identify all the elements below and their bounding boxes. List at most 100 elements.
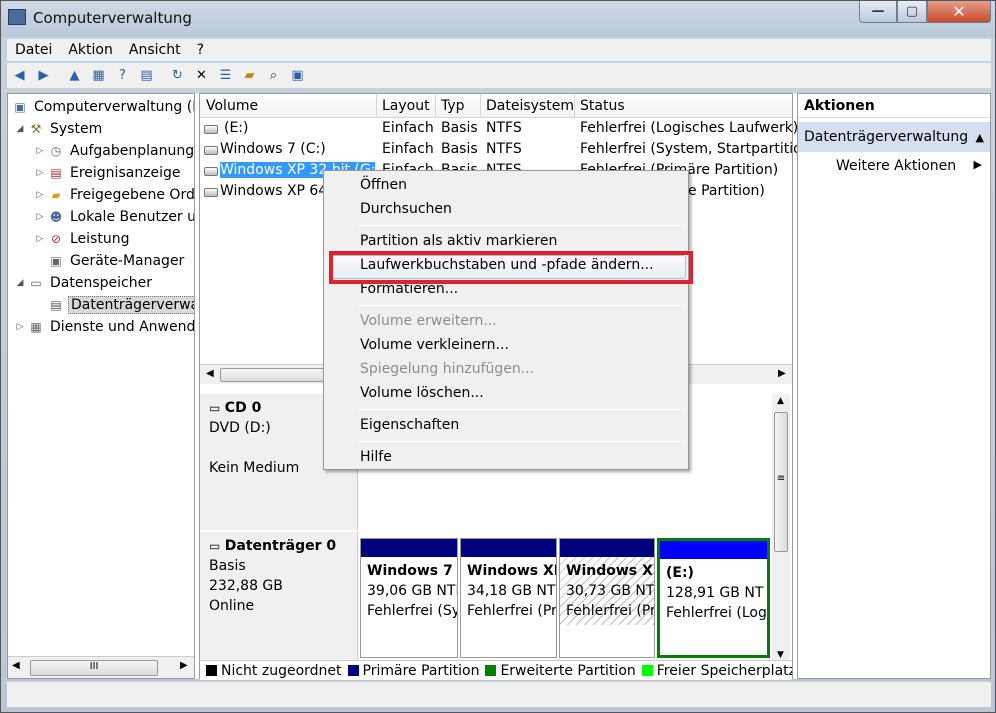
menu-item-mark-active[interactable]: Partition als aktiv markieren	[360, 233, 557, 249]
menu-aktion[interactable]: Aktion	[60, 42, 121, 58]
scroll-down-icon[interactable]: ▼	[777, 650, 784, 660]
minimize-button[interactable]: —	[859, 1, 897, 23]
col-status[interactable]: Status	[580, 98, 625, 114]
show-actions-icon[interactable]: ▤	[136, 65, 157, 86]
tree-services-label: Dienste und Anwendu	[50, 319, 195, 335]
menu-item-extend-volume: Volume erweitern...	[360, 313, 497, 329]
forward-icon[interactable]: ▶	[33, 65, 54, 86]
menu-item-properties[interactable]: Eigenschaften	[360, 417, 459, 433]
toolbar-separator	[57, 65, 61, 86]
refresh-icon[interactable]: ↻	[167, 65, 188, 86]
menu-item-help[interactable]: Hilfe	[360, 449, 392, 465]
menu-item-add-mirror: Spiegelung hinzufügen...	[360, 361, 535, 377]
tree-item-event-viewer[interactable]: ▷ ▤ Ereignisanzeige	[34, 162, 183, 184]
tree-item-performance[interactable]: ▷ ⊘ Leistung	[34, 228, 131, 250]
properties-icon[interactable]: ☰	[215, 65, 236, 86]
partition-size: 34,18 GB NTF	[467, 583, 556, 599]
scroll-left-icon[interactable]: ◀	[206, 368, 214, 379]
tree-services[interactable]: ▷ ▦ Dienste und Anwendu	[14, 316, 195, 338]
disk0-size: 232,88 GB	[209, 578, 283, 594]
expand-arrow-icon[interactable]: ▷	[34, 168, 46, 178]
scroll-thumb[interactable]	[220, 368, 332, 382]
expand-arrow-icon[interactable]: ▷	[14, 322, 26, 332]
scroll-thumb[interactable]: ≡	[774, 412, 788, 552]
col-volume[interactable]: Volume	[206, 98, 258, 114]
tree-root[interactable]: ▣ Computerverwaltung (Lo	[10, 96, 194, 118]
more-actions-item[interactable]: Weitere Aktionen ▶	[798, 152, 990, 174]
partition-bar	[560, 539, 654, 557]
menu-datei[interactable]: Datei	[7, 42, 60, 58]
tree-item-label: Ereignisanzeige	[70, 165, 181, 181]
event-log-icon: ▤	[50, 166, 62, 180]
partition-block[interactable]: Windows XI 34,18 GB NTF Fehlerfrei (Pr	[460, 538, 557, 658]
tree-item-disk-management[interactable]: ▤ Datenträgerverwalt	[46, 294, 194, 316]
tools-icon: ⚒	[30, 122, 42, 136]
tree-horizontal-scrollbar[interactable]: ◀ III ▶	[8, 656, 194, 678]
volume-layout: Einfach	[382, 120, 434, 136]
volume-row[interactable]: (E:) Einfach Basis NTFS Fehlerfrei (Logi…	[200, 119, 798, 140]
column-divider[interactable]	[435, 94, 436, 118]
context-menu: Öffnen Durchsuchen Partition als aktiv m…	[323, 170, 689, 470]
menu-item-shrink-volume[interactable]: Volume verkleinern...	[360, 337, 509, 353]
menu-item-browse[interactable]: Durchsuchen	[360, 201, 452, 217]
tree-item-local-users[interactable]: ▷ ☻ Lokale Benutzer un	[34, 206, 194, 228]
tree-item-shared-folders[interactable]: ▷ ▰ Freigegebene Ordn	[34, 184, 194, 206]
volume-status: e Partition)	[688, 183, 765, 199]
actions-section-disk-management[interactable]: Datenträgerverwaltung ▲	[798, 122, 990, 152]
show-tree-icon[interactable]: ▦	[88, 65, 109, 86]
col-layout[interactable]: Layout	[382, 98, 430, 114]
expand-arrow-icon[interactable]: ▷	[34, 190, 46, 200]
tree-system[interactable]: ◢ ⚒ System	[14, 118, 104, 140]
expand-arrow-icon[interactable]: ▷	[34, 212, 46, 222]
legend-item: Primäre Partition	[347, 662, 480, 679]
open-folder-icon[interactable]: ▰	[239, 65, 260, 86]
scroll-right-icon[interactable]: ▶	[180, 660, 188, 671]
partition-size: 30,73 GB NT	[566, 583, 654, 599]
help-icon[interactable]: ?	[112, 65, 133, 86]
menu-help[interactable]: ?	[189, 42, 212, 58]
col-dateisystem[interactable]: Dateisystem	[486, 98, 574, 114]
more-actions-label: Weitere Aktionen	[836, 158, 957, 174]
col-typ[interactable]: Typ	[441, 98, 465, 114]
partition-block-extended[interactable]: (E:) 128,91 GB NT Fehlerfrei (Log	[657, 538, 770, 658]
tree-storage[interactable]: ◢ ▭ Datenspeicher	[14, 272, 154, 294]
tree-item-task-scheduler[interactable]: ▷ ◷ Aufgabenplanung	[34, 140, 194, 162]
scroll-thumb[interactable]: III	[30, 660, 158, 676]
collapse-up-icon[interactable]: ▲	[976, 131, 984, 144]
expand-arrow-icon[interactable]: ▷	[34, 146, 46, 156]
partition-title: (E:)	[666, 565, 694, 581]
partition-block[interactable]: Windows 7 39,06 GB NTF Fehlerfrei (Sy	[360, 538, 458, 658]
scroll-up-icon[interactable]: ▲	[777, 396, 784, 406]
partition-status: Fehlerfrei (Sy	[367, 603, 457, 619]
back-icon[interactable]: ◀	[9, 65, 30, 86]
collapse-arrow-icon[interactable]: ◢	[14, 278, 26, 288]
partition-block-selected[interactable]: Windows XI 30,73 GB NT Fehlerfrei (Pr	[559, 538, 655, 658]
column-divider[interactable]	[480, 94, 481, 118]
maximize-button[interactable]: ▢	[897, 1, 927, 23]
delete-icon[interactable]: ✕	[191, 65, 212, 86]
column-header: Volume Layout Typ Dateisystem Status	[200, 94, 792, 118]
scroll-right-icon[interactable]: ▶	[778, 368, 786, 379]
search-icon[interactable]: ⌕	[263, 65, 284, 86]
menu-item-open[interactable]: Öffnen	[360, 177, 407, 193]
collapse-arrow-icon[interactable]: ◢	[14, 124, 26, 134]
legend-label: Nicht zugeordnet	[221, 662, 342, 679]
menu-item-delete-volume[interactable]: Volume löschen...	[360, 385, 484, 401]
volume-icon	[204, 167, 218, 176]
scroll-left-icon[interactable]: ◀	[12, 660, 20, 671]
column-divider[interactable]	[574, 94, 575, 118]
close-button[interactable]: ✕	[927, 1, 991, 23]
actions-section-label: Datenträgerverwaltung	[804, 129, 969, 145]
tree-item-device-manager[interactable]: ▣ Geräte-Manager	[46, 250, 186, 272]
disk0-label[interactable]: ▭ Datenträger 0 Basis 232,88 GB Online	[200, 532, 358, 666]
menu-separator	[358, 409, 686, 410]
legend-label: Primäre Partition	[362, 662, 480, 679]
up-folder-icon[interactable]: ▲	[64, 65, 85, 86]
menu-ansicht[interactable]: Ansicht	[121, 42, 189, 58]
tree-item-label: Geräte-Manager	[70, 253, 185, 269]
column-divider[interactable]	[376, 94, 377, 118]
graph-vertical-scrollbar[interactable]: ▲ ≡ ▼	[772, 394, 790, 666]
disk-settings-icon[interactable]: ▣	[287, 65, 308, 86]
expand-arrow-icon[interactable]: ▷	[34, 234, 46, 244]
volume-row[interactable]: Windows 7 (C:) Einfach Basis NTFS Fehler…	[200, 140, 811, 161]
